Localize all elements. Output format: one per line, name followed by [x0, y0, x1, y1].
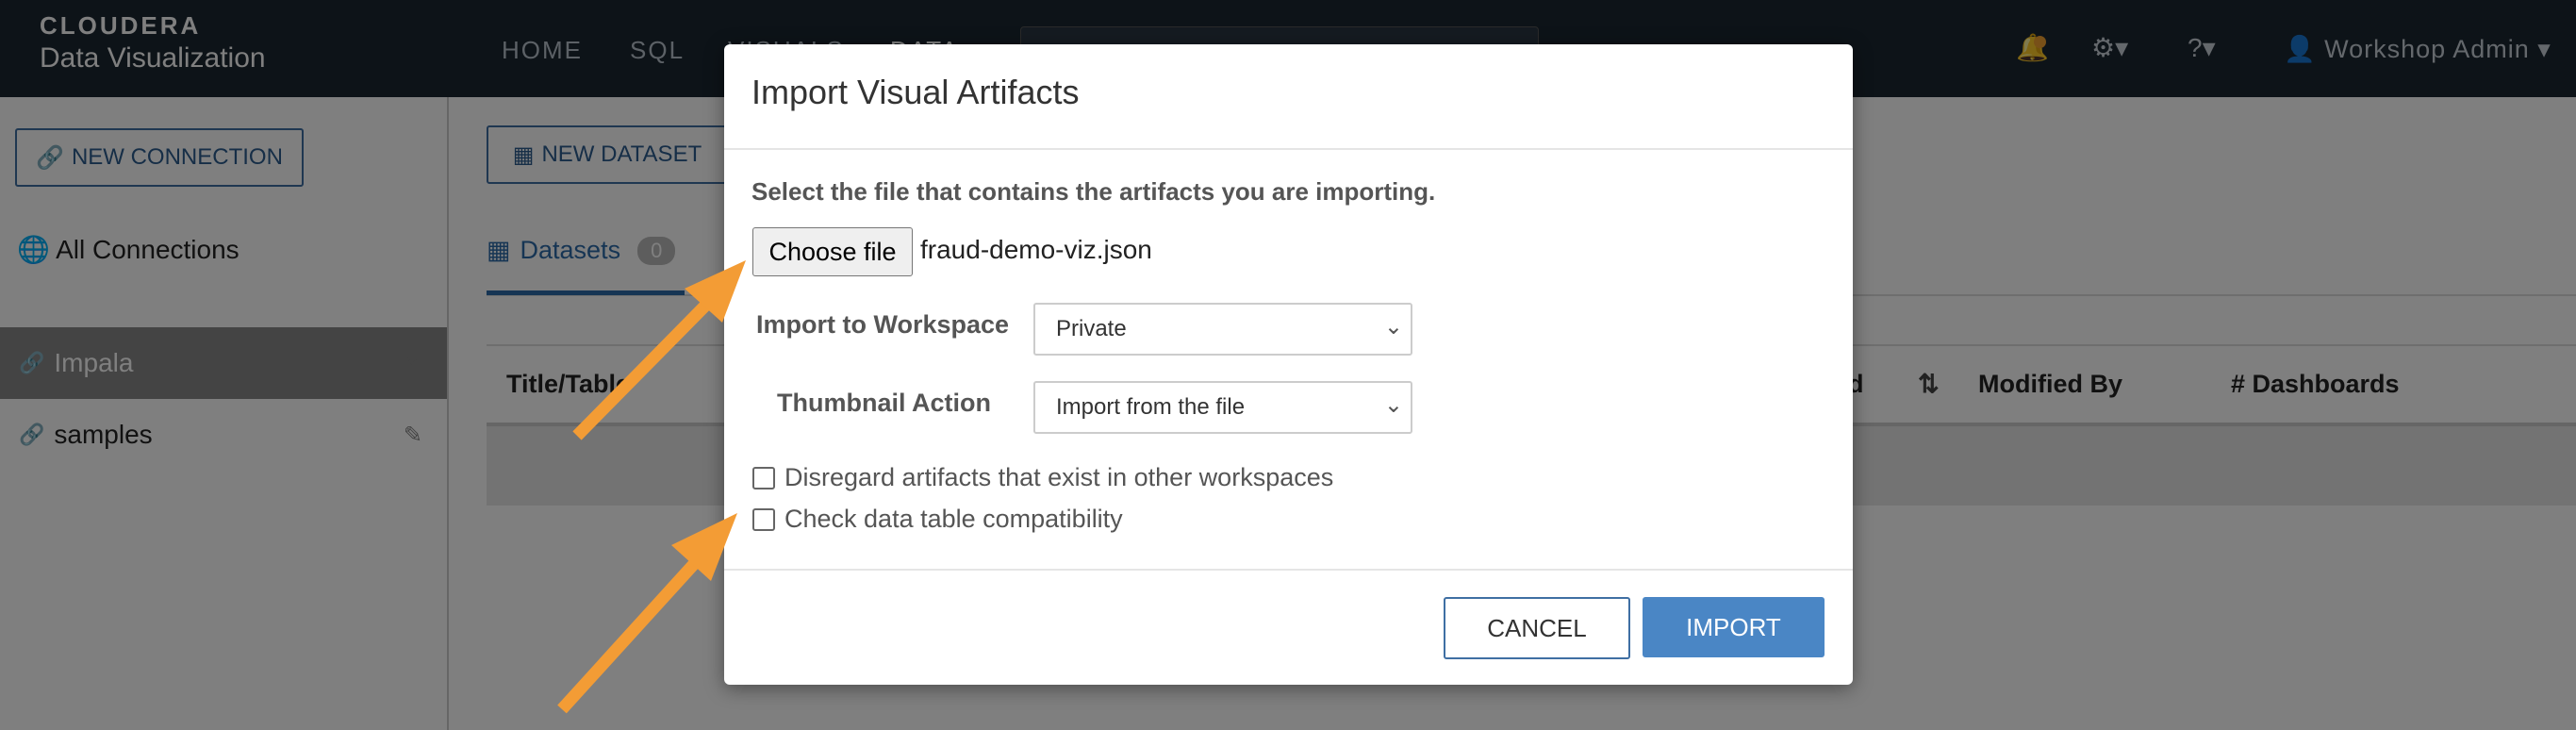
disregard-label: Disregard artifacts that exist in other …	[784, 463, 1334, 491]
modal-footer-divider	[724, 569, 1853, 571]
choose-file-button[interactable]: Choose file	[752, 227, 913, 276]
workspace-label: Import to Workspace	[756, 310, 1010, 339]
thumbnail-value: Import from the file	[1056, 394, 1246, 420]
compat-checkbox-row[interactable]: Check data table compatibility	[752, 505, 1123, 534]
compat-checkbox[interactable]	[752, 507, 775, 531]
chevron-down-icon: ⌄	[1383, 314, 1403, 340]
thumbnail-label: Thumbnail Action	[777, 389, 991, 417]
cancel-button[interactable]: CANCEL	[1444, 597, 1630, 659]
thumbnail-select[interactable]: Import from the file ⌄	[1033, 381, 1412, 434]
selected-file-name: fraud-demo-viz.json	[920, 235, 1152, 264]
modal-title: Import Visual Artifacts	[751, 73, 1080, 111]
workspace-select[interactable]: Private ⌄	[1033, 303, 1412, 356]
chevron-down-icon: ⌄	[1383, 392, 1403, 418]
import-modal: Import Visual Artifacts Select the file …	[724, 44, 1853, 685]
file-prompt: Select the file that contains the artifa…	[751, 177, 1436, 206]
disregard-checkbox-row[interactable]: Disregard artifacts that exist in other …	[752, 463, 1333, 492]
disregard-checkbox[interactable]	[752, 466, 775, 489]
workspace-value: Private	[1056, 316, 1127, 341]
modal-header: Import Visual Artifacts	[724, 44, 1853, 150]
compat-label: Check data table compatibility	[784, 505, 1123, 533]
import-button[interactable]: IMPORT	[1643, 597, 1825, 657]
